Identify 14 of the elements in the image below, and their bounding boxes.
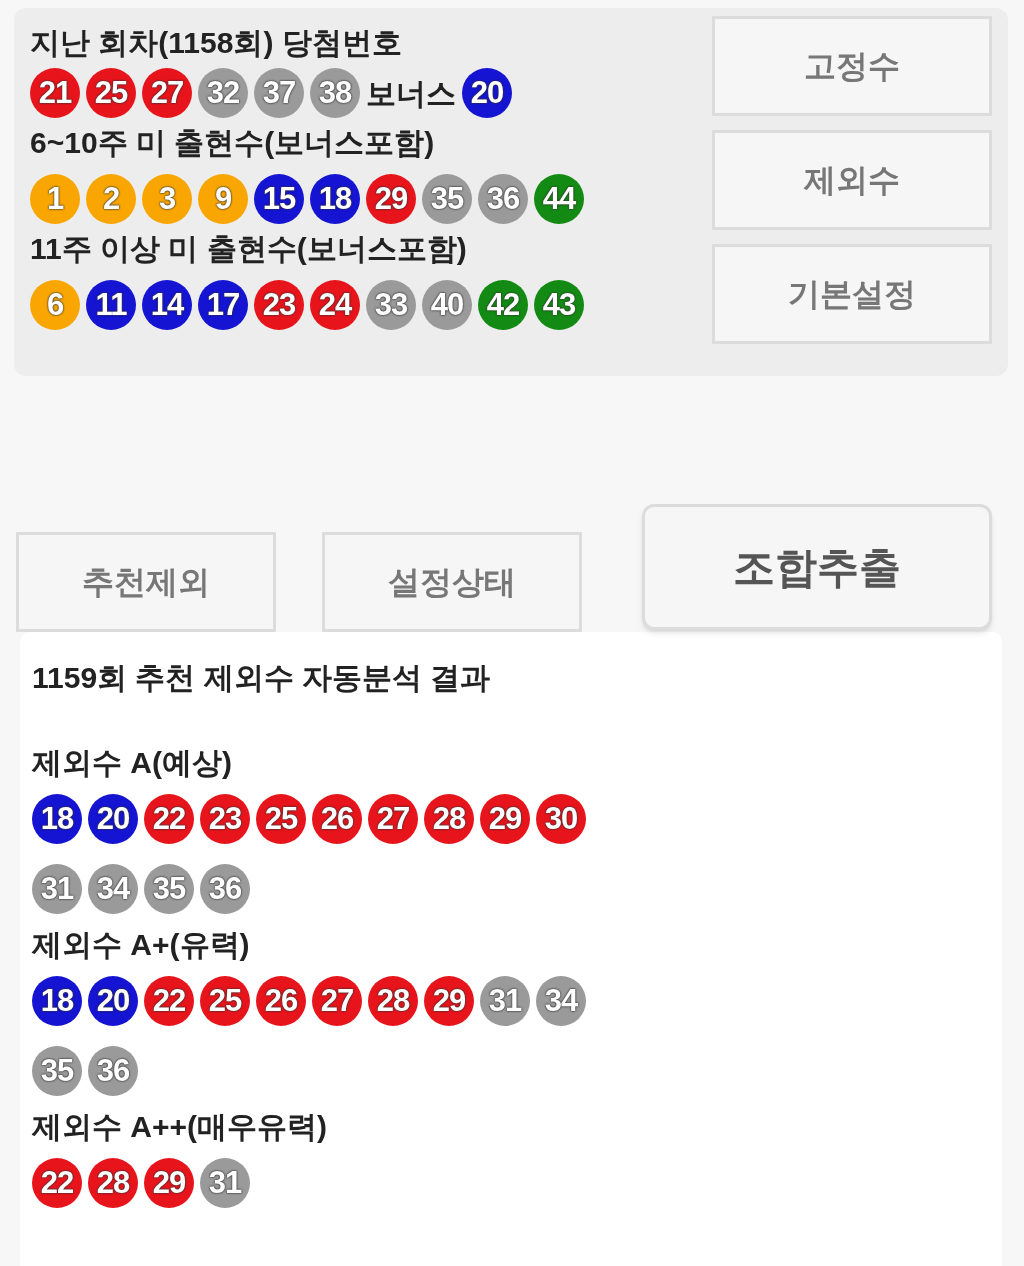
bonus-label: 보너스 <box>366 75 456 112</box>
set-title: 제외수 A(예상) <box>32 746 233 780</box>
action-button[interactable]: 추천제외 <box>16 532 276 632</box>
set-title: 제외수 A++(매우유력) <box>32 1110 329 1144</box>
option-button[interactable]: 기본설정 <box>712 244 992 344</box>
section-title: 11주 이상 미 출현수(보너스포함) <box>30 232 468 266</box>
option-button[interactable]: 고정수 <box>712 16 992 116</box>
extract-button[interactable]: 조합추출 <box>642 504 992 630</box>
set-title: 제외수 A+(유력) <box>32 928 251 962</box>
result-title: 1159회 추천 제외수 자동분석 결과 <box>32 660 492 696</box>
action-button[interactable]: 설정상태 <box>322 532 582 632</box>
option-button[interactable]: 제외수 <box>712 130 992 230</box>
section-title: 6~10주 미 출현수(보너스포함) <box>30 126 436 160</box>
section-title: 지난 회차(1158회) 당첨번호 <box>30 26 403 60</box>
